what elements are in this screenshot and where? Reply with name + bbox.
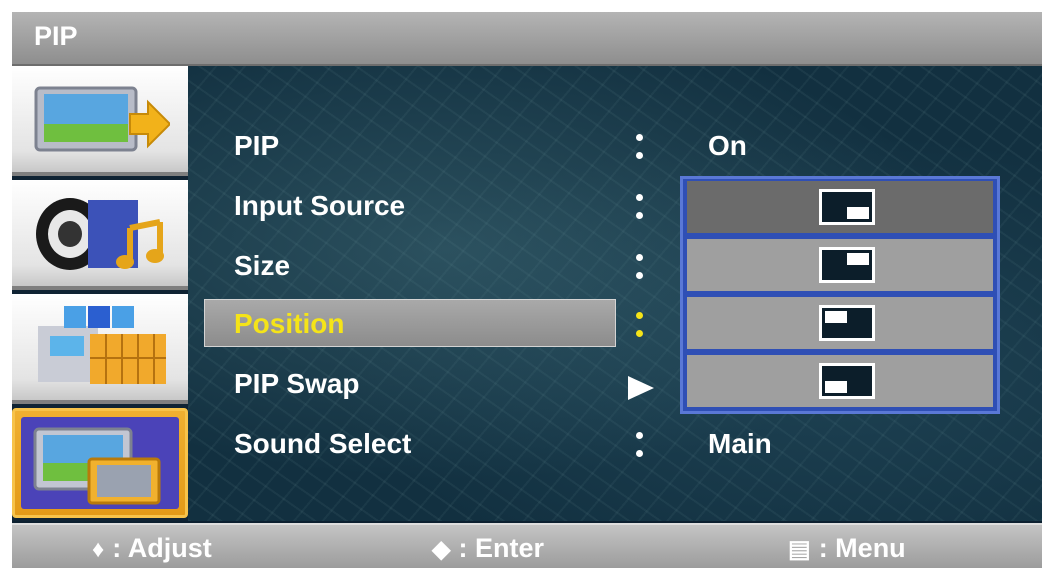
title-bar: PIP [12,12,1042,66]
top-left-position-icon [819,305,875,341]
top-right-position-icon [819,247,875,283]
channel-icon [38,306,166,384]
position-option-bottom-left[interactable] [687,355,993,407]
menu-icon: ▤ [788,536,811,563]
footer-menu: ▤: Menu [788,533,906,563]
menu-item-position[interactable]: Position [234,308,344,340]
menu-item-pip-swap[interactable]: PIP Swap [234,368,360,400]
position-option-top-left[interactable] [687,297,993,349]
sidebar-item-channel[interactable] [12,294,188,404]
menu-item-size[interactable]: Size [234,250,290,282]
menu-content: PIP Input Source Size Position PIP Swap … [188,66,1042,521]
position-option-list [680,176,1000,414]
sidebar-item-picture[interactable] [12,66,188,176]
pip-osd-menu: PIP PIP Input Source Size Position PIP S… [12,12,1042,568]
menu-item-pip[interactable]: PIP [234,130,279,162]
colon-separator [634,306,644,344]
help-footer: ♦: Adjust ◆: Enter ▤: Menu [12,523,1042,568]
sidebar-item-sound[interactable] [12,180,188,290]
pip-value: On [708,130,747,161]
footer-adjust: ♦: Adjust [92,533,212,563]
position-option-bottom-right[interactable] [687,181,993,233]
category-sidebar [12,66,188,521]
sound-select-value: Main [708,428,772,459]
up-down-icon: ♦ [92,536,105,563]
bottom-right-position-icon [819,189,875,225]
colon-separator [634,188,644,226]
sidebar-item-pip[interactable] [12,408,188,518]
menu-item-input-source[interactable]: Input Source [234,190,405,222]
colon-separator [634,426,644,464]
position-option-top-right[interactable] [687,239,993,291]
colon-separator [634,128,644,166]
picture-setup-icon [34,86,170,152]
menu-item-sound-select[interactable]: Sound Select [234,428,411,460]
menu-title: PIP [34,21,78,51]
left-right-icon: ◆ [432,536,451,563]
submenu-arrow-icon [628,376,654,400]
footer-enter: ◆: Enter [432,533,544,563]
sound-icon [36,198,164,270]
pip-setup-icon [33,427,161,505]
bottom-left-position-icon [819,363,875,399]
colon-separator [634,248,644,286]
